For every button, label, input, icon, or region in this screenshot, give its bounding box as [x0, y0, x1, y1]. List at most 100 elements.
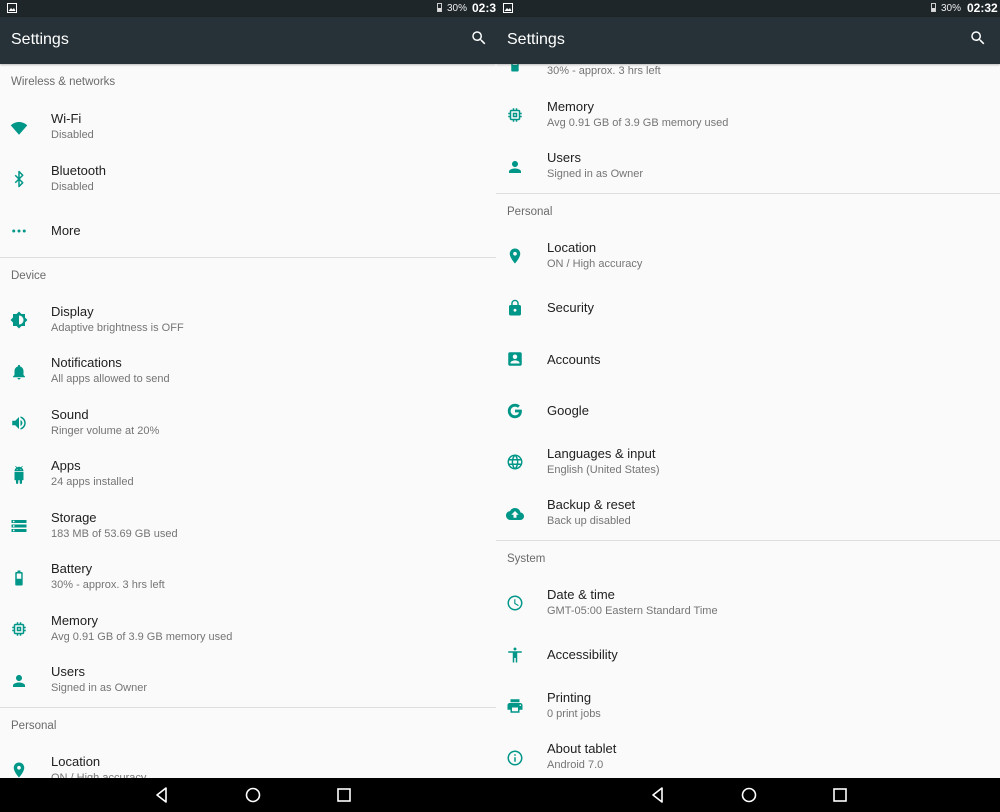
- cloud-upload-icon: [506, 507, 524, 520]
- settings-item-sound[interactable]: Sound Ringer volume at 20%: [0, 398, 496, 450]
- more-dots-icon: [12, 229, 26, 233]
- item-title: Printing: [547, 689, 592, 705]
- settings-item-location[interactable]: Location ON / High accuracy: [496, 231, 1000, 283]
- item-title: Accessibility: [547, 647, 618, 662]
- item-title: Accounts: [547, 351, 601, 367]
- settings-item-about-tablet[interactable]: About tablet Android 7.0: [496, 732, 1000, 778]
- item-title: Bluetooth: [51, 162, 106, 178]
- settings-item-wi-fi[interactable]: Wi-Fi Disabled: [0, 102, 496, 154]
- bluetooth-icon: [14, 171, 24, 188]
- settings-item-battery[interactable]: Battery30% - approx. 3 hrs left: [0, 552, 496, 604]
- item-title: Google: [547, 403, 589, 418]
- page-title: Settings: [11, 31, 69, 48]
- item-title: Location: [547, 239, 597, 255]
- account-box-icon: [508, 352, 522, 366]
- section-header-personal: Personal: [496, 192, 1000, 231]
- home-icon[interactable]: [740, 786, 758, 804]
- settings-item-accounts[interactable]: Accounts: [496, 334, 1000, 386]
- search-icon[interactable]: [969, 29, 987, 47]
- google-g-icon: [507, 403, 523, 418]
- memory-chip-icon: [508, 108, 522, 122]
- settings-list[interactable]: Battery30% - approx. 3 hrs left Memory Avg…: [496, 64, 1000, 778]
- item-summary: Disabled: [51, 180, 94, 193]
- item-title: Sound: [51, 406, 89, 422]
- clock-icon: [507, 595, 523, 611]
- recents-icon[interactable]: [335, 786, 353, 804]
- item-title: Apps: [51, 458, 81, 473]
- item-summary: ON / High accuracy: [547, 257, 643, 270]
- settings-panel-right: 30% 02:32 Settings Battery30% - approx. …: [496, 0, 1000, 778]
- settings-item-display[interactable]: Display Adaptive brightness is OFF: [0, 295, 496, 347]
- item-summary: Ringer volume at 20%: [51, 424, 160, 437]
- settings-item-date-time[interactable]: Date & time GMT-05:00 Eastern Standard Ti…: [496, 578, 1000, 630]
- settings-item-languages-input[interactable]: Languages & input English (United States): [496, 437, 1000, 489]
- page-title: Settings: [507, 31, 565, 48]
- settings-item-battery[interactable]: Battery30% - approx. 3 hrs left: [496, 64, 1000, 90]
- settings-item-notifications[interactable]: Notifications All apps allowed to send: [0, 346, 496, 398]
- battery-status-icon: [931, 3, 936, 12]
- item-title: Date & time: [547, 586, 615, 602]
- settings-item-memory[interactable]: Memory Avg 0.91 GB of 3.9 GB memory used: [496, 90, 1000, 142]
- settings-item-memory[interactable]: Memory Avg 0.91 GB of 3.9 GB memory used: [0, 604, 496, 656]
- settings-item-printing[interactable]: Printing 0 print jobs: [496, 681, 1000, 733]
- search-icon[interactable]: [470, 29, 488, 47]
- settings-item-storage[interactable]: Storage 183 MB of 53.69 GB used: [0, 501, 496, 553]
- recents-icon[interactable]: [831, 786, 849, 804]
- item-title: More: [51, 223, 81, 238]
- item-title: Storage: [51, 509, 97, 525]
- item-title: Location: [51, 753, 101, 769]
- item-title: About tablet: [547, 741, 617, 756]
- item-title: Security: [547, 300, 594, 315]
- storage-icon: [11, 520, 27, 533]
- item-summary: Avg 0.91 GB of 3.9 GB memory used: [51, 630, 233, 643]
- brightness-icon: [10, 311, 28, 329]
- memory-chip-icon: [12, 622, 26, 636]
- settings-item-more[interactable]: More: [0, 205, 496, 257]
- back-icon[interactable]: [649, 786, 667, 804]
- accessibility-icon: [508, 647, 522, 663]
- settings-item-bluetooth[interactable]: Bluetooth Disabled: [0, 154, 496, 206]
- settings-item-users[interactable]: Users Signed in as Owner: [496, 141, 1000, 193]
- section-header-device: Device: [0, 256, 496, 295]
- settings-item-backup-reset[interactable]: Backup & reset Back up disabled: [496, 488, 1000, 540]
- section-header-wireless-networks: Wireless & networks: [11, 76, 116, 88]
- home-icon[interactable]: [244, 786, 262, 804]
- settings-item-google[interactable]: Google: [496, 385, 1000, 437]
- item-title: Memory: [51, 612, 98, 628]
- item-summary: Disabled: [51, 129, 94, 141]
- gallery-notification-icon: [7, 3, 17, 13]
- battery-percent: 30%: [941, 3, 962, 14]
- item-summary: 30% - approx. 3 hrs left: [51, 579, 165, 591]
- settings-item-security[interactable]: Security: [496, 282, 1000, 334]
- item-summary: 30% - approx. 3 hrs left: [547, 65, 661, 77]
- item-summary: GMT-05:00 Eastern Standard Time: [547, 604, 718, 617]
- item-title: Notifications: [51, 355, 122, 370]
- info-icon: [507, 750, 523, 766]
- settings-item-apps[interactable]: Apps 24 apps installed: [0, 449, 496, 501]
- location-pin-icon: [509, 248, 521, 264]
- section-header-personal: Personal: [0, 706, 496, 745]
- gallery-notification-icon: [503, 3, 513, 13]
- app-bar: Settings: [0, 17, 496, 64]
- item-summary: Adaptive brightness is OFF: [51, 321, 184, 334]
- clock-time: 02:3: [472, 1, 496, 15]
- settings-item-accessibility[interactable]: Accessibility: [496, 629, 1000, 681]
- location-pin-icon: [13, 762, 25, 778]
- settings-item-users[interactable]: Users Signed in as Owner: [0, 655, 496, 707]
- settings-item-location[interactable]: Location ON / High accuracy: [0, 745, 496, 778]
- app-bar: Settings: [496, 17, 1000, 64]
- clock-time: 02:32: [967, 1, 998, 15]
- item-title: Languages & input: [547, 445, 656, 461]
- battery-icon: [511, 64, 519, 72]
- settings-panel-left: 30% 02:3 Settings Wireless & networks Wi-…: [0, 0, 496, 778]
- item-title: Wi-Fi: [51, 111, 82, 126]
- item-title: Memory: [547, 98, 594, 114]
- printer-icon: [507, 699, 523, 713]
- settings-list[interactable]: Wireless & networks Wi-Fi Disabled Bluetoot…: [0, 64, 496, 778]
- item-summary: All apps allowed to send: [51, 373, 170, 385]
- battery-percent: 30%: [447, 3, 468, 14]
- item-summary: English (United States): [547, 463, 660, 476]
- item-title: Display: [51, 303, 94, 319]
- back-icon[interactable]: [153, 786, 171, 804]
- item-summary: Android 7.0: [547, 759, 604, 771]
